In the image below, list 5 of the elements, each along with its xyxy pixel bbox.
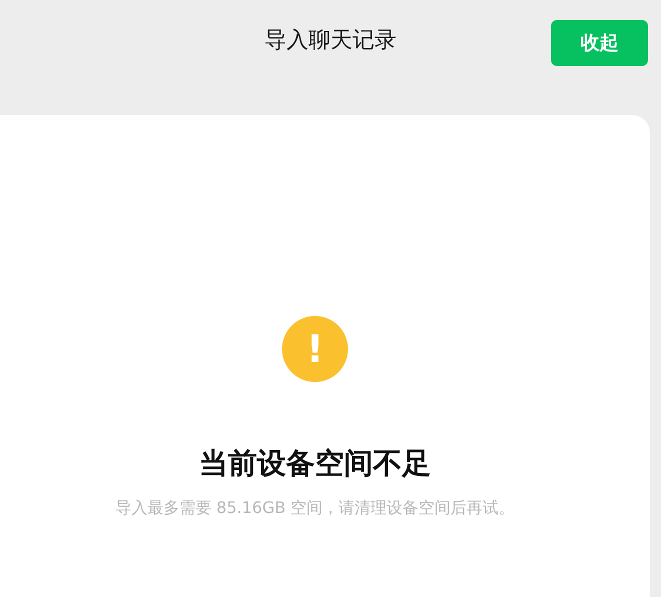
warning-icon: ! [282, 316, 348, 382]
notice-message: 导入最多需要 85.16GB 空间，请清理设备空间后再试。 [115, 496, 515, 518]
page-title: 导入聊天记录 [264, 26, 396, 54]
notice-title: 当前设备空间不足 [199, 445, 431, 482]
collapse-button[interactable]: 收起 [551, 20, 648, 66]
